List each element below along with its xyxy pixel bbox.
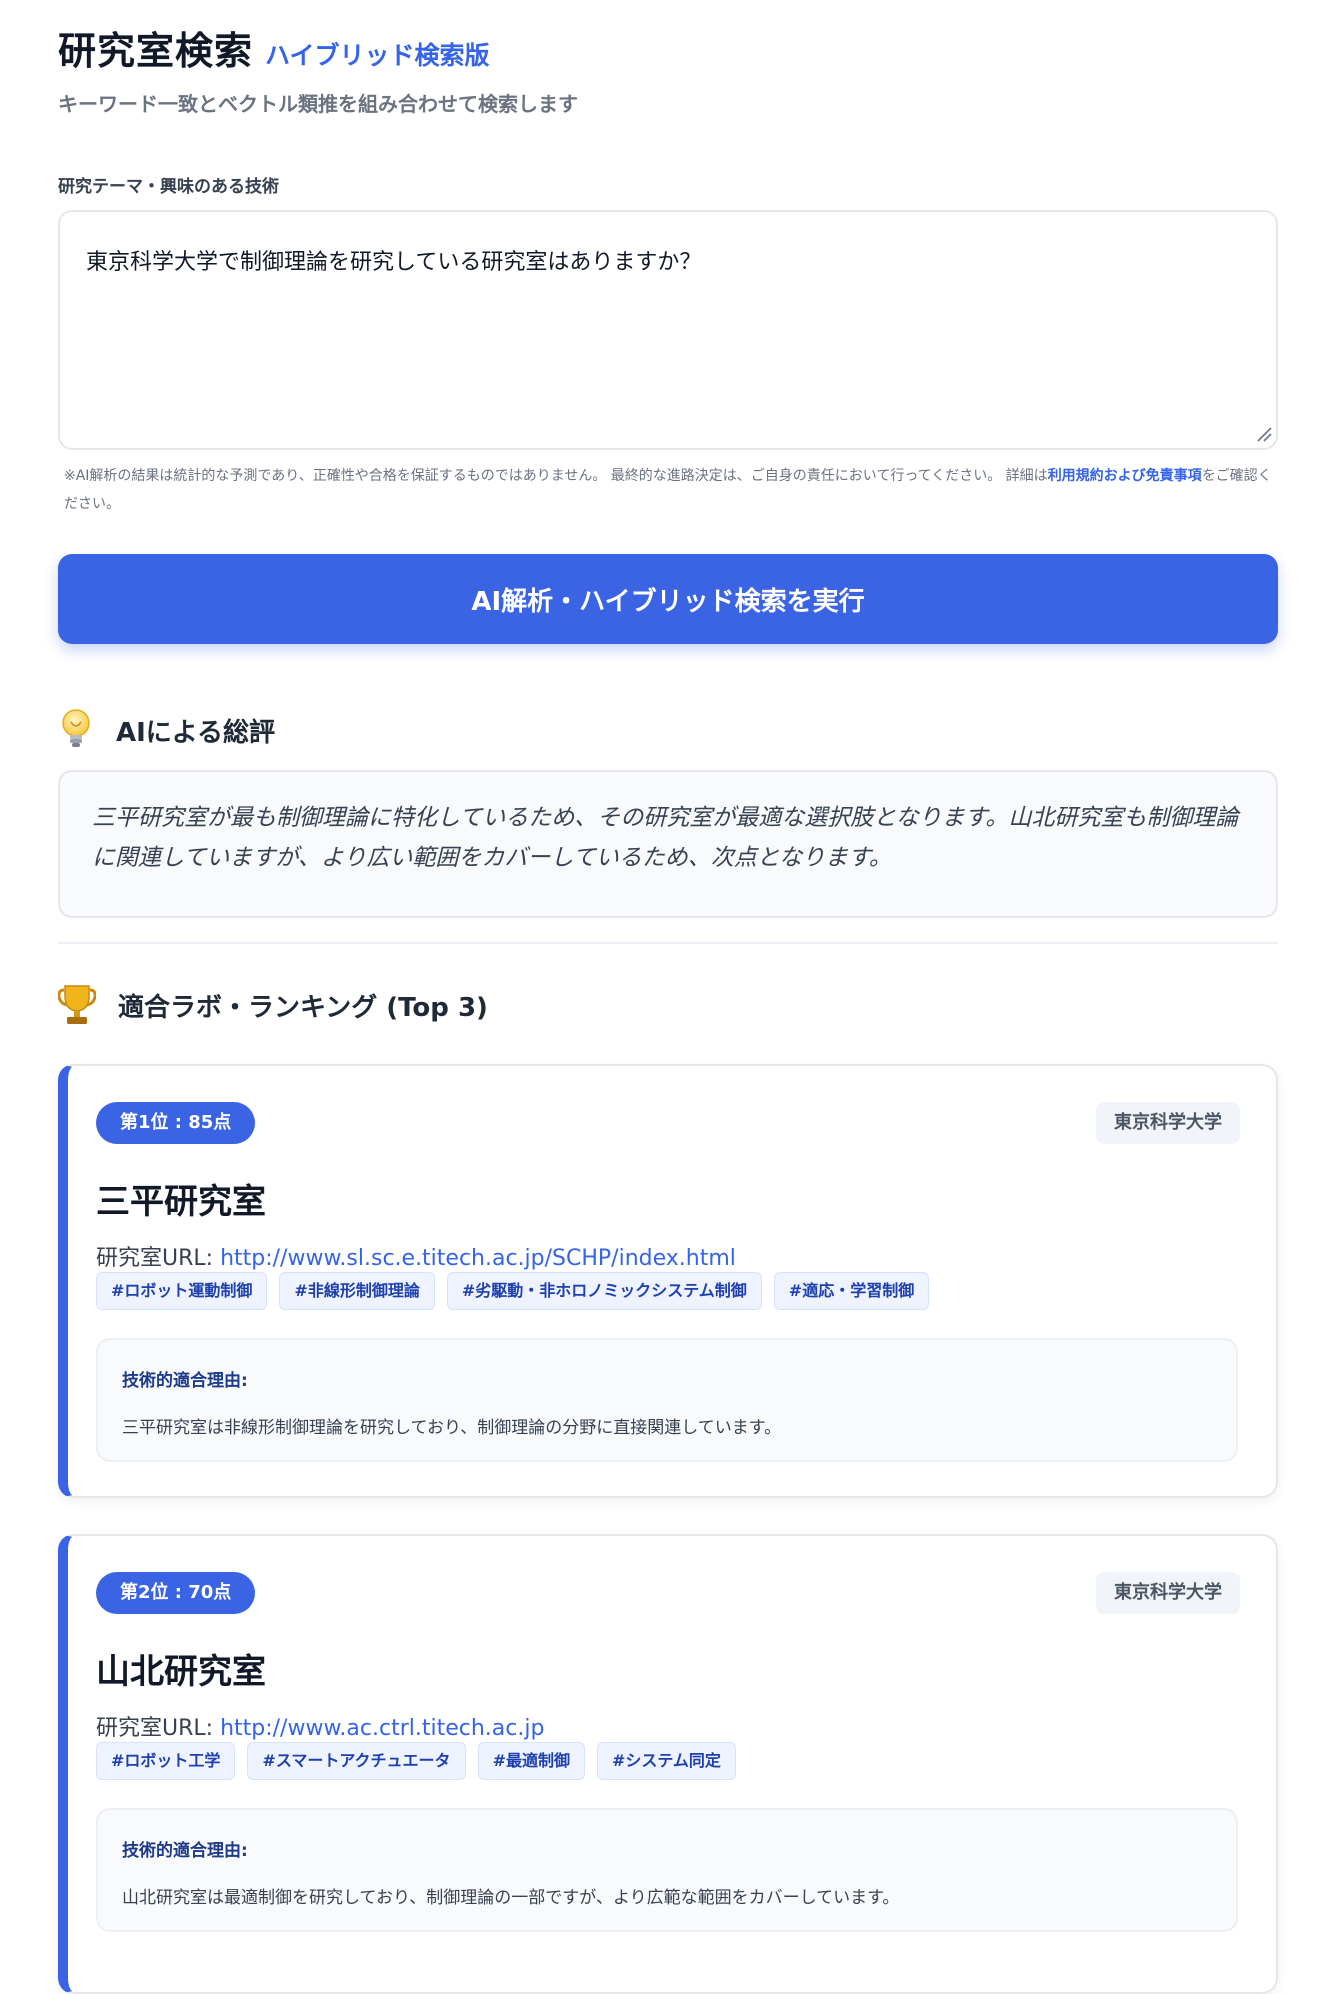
reason-text: 山北研究室は最適制御を研究しており、制御理論の一部ですが、より広範な範囲をカバー… <box>122 1888 900 1908</box>
tag: #ロボット運動制御 <box>96 1272 268 1310</box>
lab-url-row: 研究室URL: http://www.sl.sc.e.titech.ac.jp/… <box>96 1240 736 1272</box>
lab-card: 第1位 : 85点 東京科学大学 三平研究室 研究室URL: http://ww… <box>58 1064 1278 1498</box>
lab-url-label: 研究室URL: <box>96 1716 221 1741</box>
tag-list: #ロボット運動制御 #非線形制御理論 #劣駆動・非ホロノミックシステム制御 #適… <box>96 1272 930 1310</box>
summary-box: 三平研究室が最も制御理論に特化しているため、その研究室が最適な選択肢となります。… <box>58 770 1278 918</box>
tag-list: #ロボット工学 #スマートアクチュエータ #最適制御 #システム同定 <box>96 1742 736 1780</box>
lightbulb-icon <box>62 709 90 747</box>
lab-url-row: 研究室URL: http://www.ac.ctrl.titech.ac.jp <box>96 1710 544 1742</box>
tag: #劣駆動・非ホロノミックシステム制御 <box>446 1272 762 1310</box>
lab-url-label: 研究室URL: <box>96 1246 221 1271</box>
resize-grip-icon[interactable] <box>1254 424 1272 442</box>
tag: #最適制御 <box>477 1742 585 1780</box>
ranking-heading-text: 適合ラボ・ランキング (Top 3) <box>118 992 488 1023</box>
reason-text: 三平研究室は非線形制御理論を研究しており、制御理論の分野に直接関連しています。 <box>122 1418 782 1438</box>
lab-name: 三平研究室 <box>96 1182 266 1222</box>
reason-label: 技術的適合理由: <box>122 1371 248 1391</box>
tag: #ロボット工学 <box>96 1742 236 1780</box>
query-input[interactable]: 東京科学大学で制御理論を研究している研究室はありますか？ <box>58 210 1278 450</box>
lab-url-link[interactable]: http://www.sl.sc.e.titech.ac.jp/SCHP/ind… <box>220 1246 736 1271</box>
terms-link[interactable]: 利用規約および免責事項 <box>1048 468 1202 484</box>
ranking-heading: 適合ラボ・ランキング (Top 3) <box>58 984 488 1026</box>
reason-box: 技術的適合理由: 山北研究室は最適制御を研究しており、制御理論の一部ですが、より… <box>96 1808 1238 1932</box>
run-search-button[interactable]: AI解析・ハイブリッド検索を実行 <box>58 554 1278 644</box>
lab-url-link[interactable]: http://www.ac.ctrl.titech.ac.jp <box>220 1716 544 1741</box>
disclaimer: ※AI解析の結果は統計的な予測であり、正確性や合格を保証するものではありません。… <box>64 462 1278 518</box>
query-label: 研究テーマ・興味のある技術 <box>58 177 279 197</box>
summary-text: 三平研究室が最も制御理論に特化しているため、その研究室が最適な選択肢となります。… <box>92 805 1239 871</box>
page-subtitle: ハイブリッド検索版 <box>265 41 490 70</box>
reason-box: 技術的適合理由: 三平研究室は非線形制御理論を研究しており、制御理論の分野に直接… <box>96 1338 1238 1462</box>
lab-card: 第2位 : 70点 東京科学大学 山北研究室 研究室URL: http://ww… <box>58 1534 1278 1994</box>
tag: #適応・学習制御 <box>773 1272 930 1310</box>
university-badge: 東京科学大学 <box>1096 1102 1240 1144</box>
summary-heading: AIによる総評 <box>58 708 275 752</box>
title-row: 研究室検索 ハイブリッド検索版 <box>58 20 490 75</box>
university-badge: 東京科学大学 <box>1096 1572 1240 1614</box>
rank-badge: 第1位 : 85点 <box>96 1102 256 1144</box>
reason-label: 技術的適合理由: <box>122 1841 248 1861</box>
trophy-icon <box>58 985 96 1024</box>
summary-heading-text: AIによる総評 <box>116 717 276 748</box>
tag: #システム同定 <box>596 1742 736 1780</box>
section-divider <box>58 942 1278 944</box>
tag: #スマートアクチュエータ <box>247 1742 466 1780</box>
page-title: 研究室検索 <box>58 29 254 73</box>
disclaimer-text: ※AI解析の結果は統計的な予測であり、正確性や合格を保証するものではありません。… <box>64 468 1048 484</box>
tag: #非線形制御理論 <box>279 1272 435 1310</box>
page-tagline: キーワード一致とベクトル類推を組み合わせて検索します <box>58 92 578 116</box>
lab-name: 山北研究室 <box>96 1652 266 1692</box>
rank-badge: 第2位 : 70点 <box>96 1572 256 1614</box>
